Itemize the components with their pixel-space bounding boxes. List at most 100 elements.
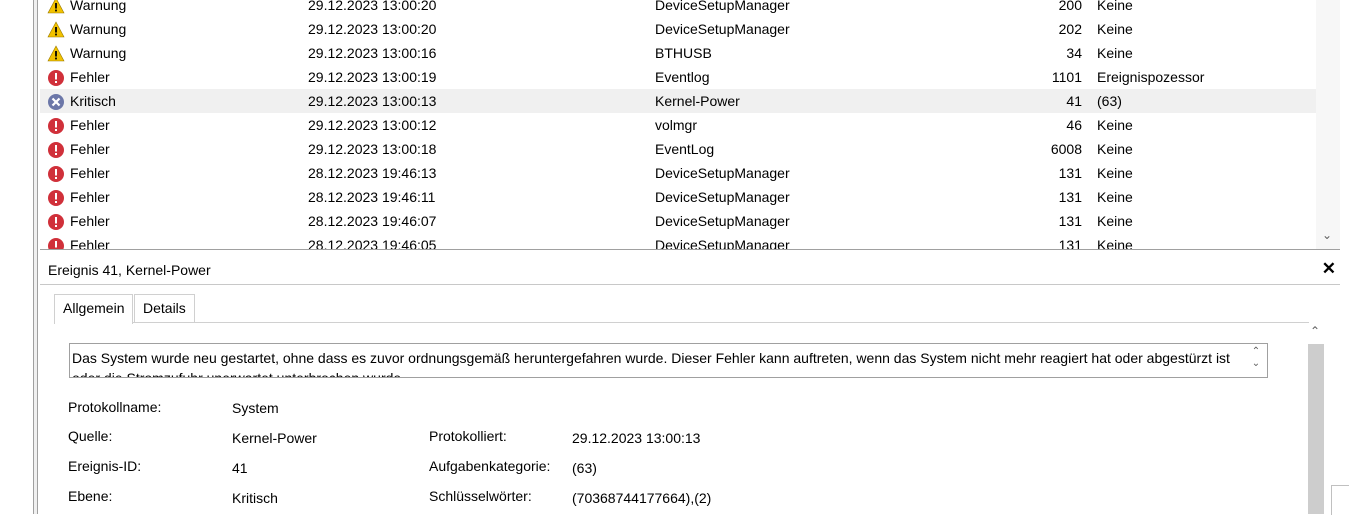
warning-icon: [47, 45, 65, 63]
value-protokolliert: 29.12.2023 13:00:13: [572, 430, 701, 446]
table-row[interactable]: Fehler 29.12.2023 13:00:18 EventLog 6008 Kei…: [40, 137, 1316, 161]
close-icon[interactable]: ✕: [1322, 259, 1336, 279]
cell-event-id: 202: [1058, 21, 1082, 37]
cell-date: 29.12.2023 13:00:16: [308, 45, 437, 61]
cell-level: Warnung: [70, 0, 127, 13]
table-row[interactable]: Fehler 28.12.2023 19:46:07 DeviceSetupMana…: [40, 209, 1316, 233]
cell-date: 29.12.2023 13:00:20: [308, 21, 437, 37]
cell-category: Keine: [1097, 141, 1133, 157]
event-description-text: Das System wurde neu gestartet, ohne das…: [72, 350, 1230, 378]
table-row[interactable]: Fehler 29.12.2023 13:00:12 volmgr 46 Keine: [40, 113, 1316, 137]
table-row[interactable]: Fehler 28.12.2023 19:46:13 DeviceSetupMana…: [40, 161, 1316, 185]
cell-event-id: 1101: [1051, 69, 1082, 85]
cell-category: Keine: [1097, 165, 1133, 181]
cell-event-id: 131: [1058, 189, 1082, 205]
cell-date: 29.12.2023 13:00:20: [308, 0, 437, 13]
event-detail-header: Ereignis 41, Kernel-Power ✕: [40, 258, 1340, 285]
cell-event-id: 131: [1058, 165, 1082, 181]
cell-level: Fehler: [70, 189, 110, 205]
value-protokollname: System: [232, 400, 279, 416]
cell-date: 29.12.2023 13:00:18: [308, 141, 437, 157]
cell-event-id: 46: [1066, 117, 1082, 133]
cell-source: DeviceSetupManager: [655, 213, 790, 229]
tab-allgemein[interactable]: Allgemein: [54, 294, 134, 324]
cell-level: Warnung: [70, 45, 127, 61]
label-schluesselwoerter: Schlüsselwörter:: [429, 488, 532, 504]
label-quelle: Quelle:: [68, 428, 113, 444]
table-row[interactable]: Fehler 28.12.2023 19:46:05 DeviceSetupMana…: [40, 233, 1316, 250]
cell-date: 28.12.2023 19:46:07: [308, 213, 437, 229]
warning-icon: [47, 0, 65, 15]
table-row[interactable]: Fehler 29.12.2023 13:00:19 Eventlog 1101 Ere…: [40, 65, 1316, 89]
table-row[interactable]: Warnung 29.12.2023 13:00:20 DeviceSetupMan…: [40, 17, 1316, 41]
cell-level: Warnung: [70, 21, 127, 37]
description-scrollbar[interactable]: ⌃ ⌄: [1249, 346, 1263, 370]
cell-source: DeviceSetupManager: [655, 189, 790, 205]
label-ebene: Ebene:: [68, 488, 113, 504]
cell-category: Keine: [1097, 21, 1133, 37]
cell-category: (63): [1097, 93, 1122, 109]
event-list-scrollbar[interactable]: ⌄: [1316, 0, 1340, 249]
error-icon: [47, 189, 65, 207]
label-ereignis-id: Ereignis-ID:: [68, 458, 142, 474]
cell-category: Keine: [1097, 189, 1133, 205]
critical-icon: [47, 93, 65, 111]
error-icon: [47, 141, 65, 159]
table-row[interactable]: Fehler 28.12.2023 19:46:11 DeviceSetupMana…: [40, 185, 1316, 209]
cell-source: DeviceSetupManager: [655, 237, 790, 250]
label-protokolliert: Protokolliert:: [429, 428, 507, 444]
side-panel-edge: [1331, 485, 1349, 515]
cell-date: 28.12.2023 19:46:05: [308, 237, 437, 250]
cell-category: Keine: [1097, 213, 1133, 229]
cell-category: Keine: [1097, 237, 1133, 250]
value-ereignis-id: 41: [232, 460, 248, 476]
cell-source: volmgr: [655, 117, 698, 133]
table-row[interactable]: Warnung 29.12.2023 13:00:20 DeviceSetupMan…: [40, 0, 1316, 17]
cell-event-id: 6008: [1050, 141, 1082, 157]
chevron-down-icon[interactable]: ⌄: [1322, 228, 1332, 242]
value-schluesselwoerter: (70368744177664),(2): [572, 490, 712, 506]
cell-level: Fehler: [70, 237, 110, 250]
cell-date: 28.12.2023 19:46:11: [308, 189, 436, 205]
cell-category: Keine: [1097, 117, 1133, 133]
cell-category: Keine: [1097, 0, 1133, 13]
table-row[interactable]: Warnung 29.12.2023 13:00:16 BTHUSB 34 Keine: [40, 41, 1316, 65]
cell-source: EventLog: [655, 141, 715, 157]
cell-event-id: 131: [1058, 237, 1082, 250]
event-list[interactable]: Warnung 29.12.2023 13:00:20 DeviceSetupMan…: [40, 0, 1340, 250]
cell-source: Kernel-Power: [655, 93, 740, 109]
cell-level: Fehler: [70, 213, 110, 229]
cell-event-id: 41: [1066, 93, 1082, 109]
event-description-box[interactable]: Das System wurde neu gestartet, ohne das…: [69, 343, 1268, 378]
cell-level: Fehler: [70, 141, 110, 157]
cell-date: 29.12.2023 13:00:13: [308, 93, 437, 109]
cell-event-id: 200: [1058, 0, 1082, 13]
event-detail-title: Ereignis 41, Kernel-Power: [48, 262, 211, 278]
error-icon: [47, 213, 65, 231]
cell-source: BTHUSB: [655, 45, 712, 61]
value-quelle: Kernel-Power: [232, 430, 317, 446]
label-aufgabenkategorie: Aufgabenkategorie:: [429, 458, 551, 474]
cell-level: Fehler: [70, 117, 110, 133]
warning-icon: [47, 21, 65, 39]
tab-details[interactable]: Details: [134, 294, 195, 323]
cell-date: 29.12.2023 13:00:12: [308, 117, 437, 133]
cell-level: Fehler: [70, 69, 110, 85]
cell-source: DeviceSetupManager: [655, 21, 790, 37]
cell-category: Ereignispozessor: [1097, 69, 1205, 85]
cell-level: Kritisch: [70, 93, 116, 109]
error-icon: [47, 117, 65, 135]
cell-level: Fehler: [70, 165, 110, 181]
scrollbar-thumb[interactable]: [1308, 344, 1324, 514]
cell-date: 29.12.2023 13:00:19: [308, 69, 437, 85]
detail-scrollbar[interactable]: ⌃: [1306, 322, 1326, 514]
left-frame-border: [33, 0, 38, 514]
table-row[interactable]: Kritisch 29.12.2023 13:00:13 Kernel-Power 4…: [40, 89, 1316, 113]
chevron-up-icon[interactable]: ⌃: [1249, 346, 1263, 358]
cell-date: 28.12.2023 19:46:13: [308, 165, 437, 181]
error-icon: [47, 69, 65, 87]
cell-source: Eventlog: [655, 69, 710, 85]
chevron-up-icon[interactable]: ⌃: [1310, 324, 1320, 338]
chevron-down-icon[interactable]: ⌄: [1249, 358, 1263, 370]
cell-category: Keine: [1097, 45, 1133, 61]
